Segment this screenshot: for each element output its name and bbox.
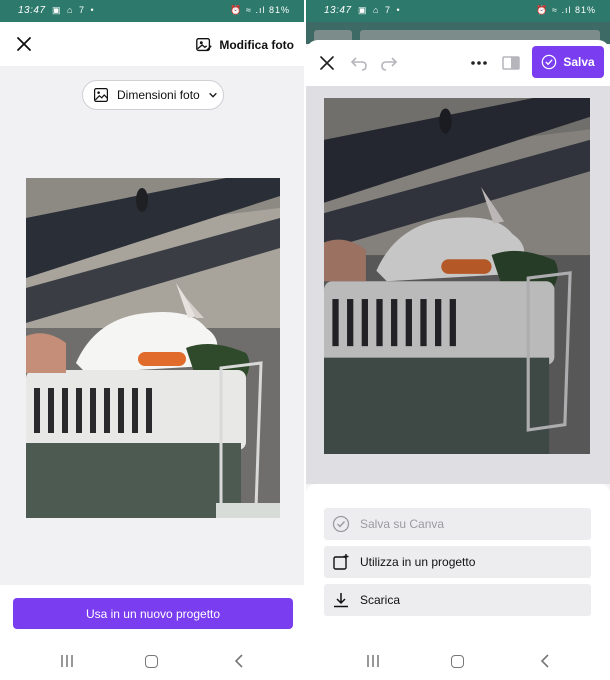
download-label: Scarica bbox=[360, 593, 401, 607]
status-bar: 13:47 ▣ ⌂ 7 • ⏰ ≈ .ıl 81% bbox=[0, 0, 304, 22]
edit-image-icon bbox=[196, 38, 213, 52]
use-in-project-option[interactable]: Utilizza in un progetto bbox=[324, 546, 591, 578]
system-status: ⏰ ≈ .ıl 81% bbox=[230, 5, 290, 15]
save-button[interactable]: Salva bbox=[532, 46, 604, 78]
chevron-down-icon bbox=[208, 92, 217, 98]
close-icon[interactable] bbox=[316, 52, 338, 74]
recents-icon[interactable] bbox=[60, 654, 74, 668]
system-nav-bar bbox=[306, 648, 610, 676]
undo-icon[interactable] bbox=[348, 52, 370, 74]
image-icon bbox=[94, 88, 108, 102]
more-options-icon[interactable] bbox=[468, 52, 490, 74]
notification-icons: ▣ ⌂ 7 • bbox=[52, 5, 96, 15]
download-icon bbox=[334, 593, 348, 608]
edit-photo-button[interactable]: Modifica foto bbox=[195, 34, 294, 56]
editor-toolbar: Salva bbox=[306, 40, 610, 86]
save-to-canva-label: Salva su Canva bbox=[360, 517, 445, 531]
recents-icon[interactable] bbox=[366, 654, 380, 668]
rabbit-photo bbox=[26, 178, 280, 518]
status-time: 13:47 bbox=[18, 5, 46, 16]
right-screen: 13:47 ▣ ⌂ 7 • ⏰ ≈ .ıl 81% Salva Salva su… bbox=[306, 0, 610, 680]
left-screen: 13:47 ▣ ⌂ 7 • ⏰ ≈ .ıl 81% Modifica foto … bbox=[0, 0, 304, 680]
use-in-new-project-button[interactable]: Usa in un nuovo progetto bbox=[13, 598, 293, 629]
dim-overlay bbox=[306, 86, 610, 484]
notification-icons: ▣ ⌂ 7 • bbox=[358, 5, 402, 15]
home-icon[interactable] bbox=[451, 655, 464, 668]
redo-icon[interactable] bbox=[378, 52, 400, 74]
check-circle-icon bbox=[332, 515, 350, 533]
top-bar: Modifica foto bbox=[0, 22, 304, 66]
download-option[interactable]: Scarica bbox=[324, 584, 591, 616]
edit-photo-label: Modifica foto bbox=[219, 38, 294, 52]
photo-size-dropdown[interactable]: Dimensioni foto bbox=[82, 80, 224, 110]
back-icon[interactable] bbox=[538, 654, 552, 668]
back-icon[interactable] bbox=[232, 654, 246, 668]
add-to-project-icon bbox=[333, 554, 349, 570]
home-icon[interactable] bbox=[145, 655, 158, 668]
status-bar: 13:47 ▣ ⌂ 7 • ⏰ ≈ .ıl 81% bbox=[306, 0, 610, 22]
status-time: 13:47 bbox=[324, 5, 352, 16]
save-to-canva-option[interactable]: Salva su Canva bbox=[324, 508, 591, 540]
compare-icon[interactable] bbox=[500, 52, 522, 74]
check-circle-icon bbox=[542, 54, 557, 70]
photo-size-label: Dimensioni foto bbox=[117, 88, 200, 102]
save-label: Salva bbox=[563, 55, 595, 69]
system-status: ⏰ ≈ .ıl 81% bbox=[536, 5, 596, 15]
close-icon[interactable] bbox=[12, 32, 36, 56]
use-in-project-label: Utilizza in un progetto bbox=[360, 555, 476, 569]
system-nav-bar bbox=[0, 648, 304, 676]
